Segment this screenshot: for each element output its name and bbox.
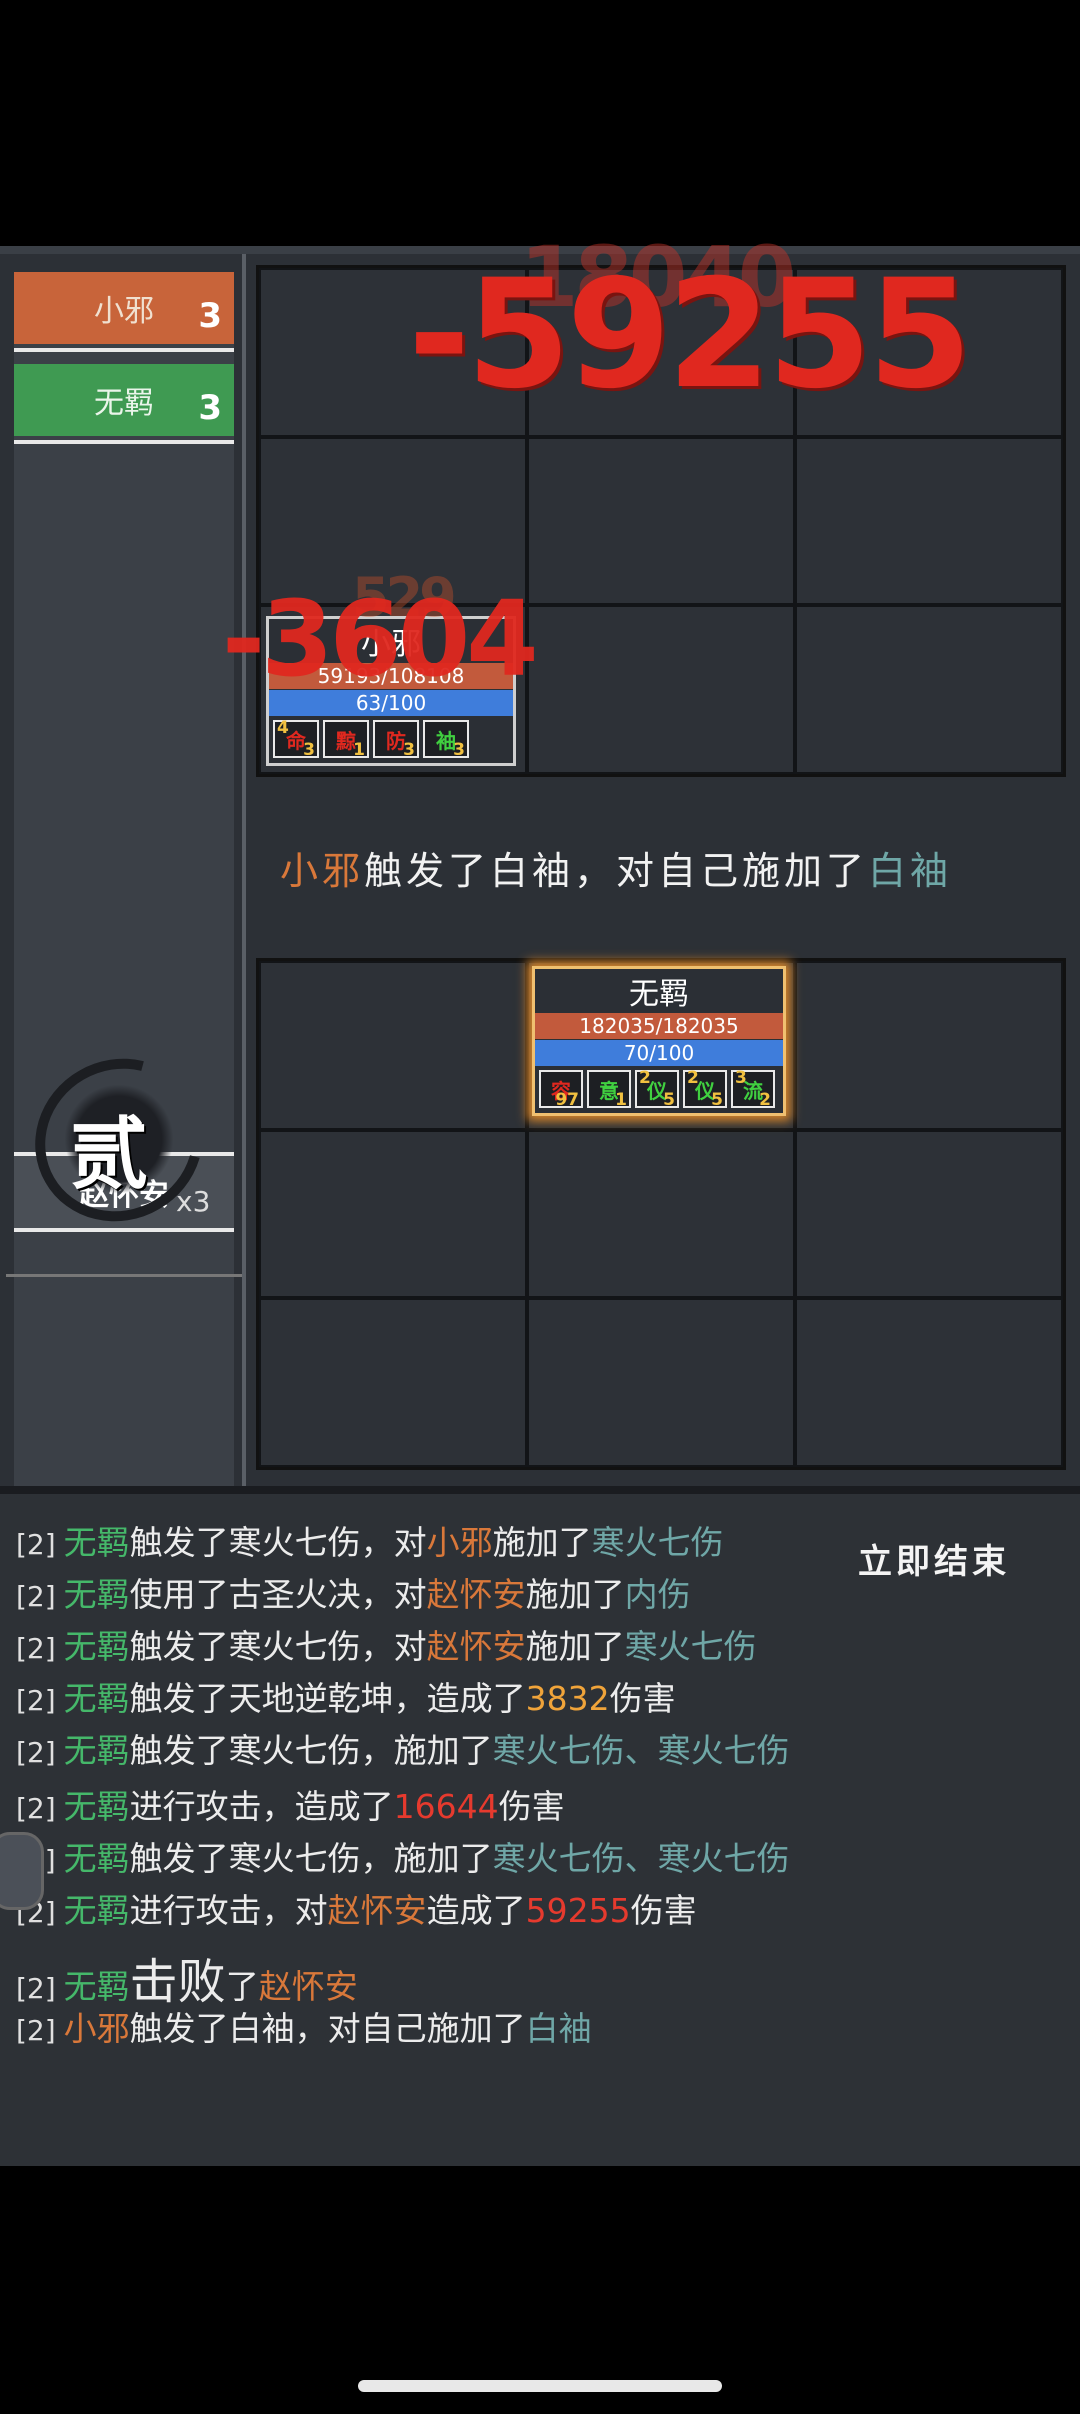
team-sidebar: 小邪 3 无羁 3 赵怀安 [0, 246, 246, 1494]
log-line: [2] 无羁触发了寒火七伤，对赵怀安施加了寒火七伤 [16, 1627, 757, 1666]
grid-cell[interactable] [527, 436, 795, 606]
team-tab-xiaoxie[interactable]: 小邪 3 [14, 272, 234, 352]
log-line: [2]无羁触发了寒火七伤，施加了寒火七伤、寒火七伤 [16, 1839, 790, 1878]
unit-mp-bar: 70/100 [535, 1040, 783, 1066]
floating-bubble[interactable] [0, 1832, 44, 1910]
buff-list: 4 命 3 黥 1 防 3 袖 3 [269, 716, 513, 762]
sidebar-bottom-divider [6, 1274, 242, 1277]
team-tab-wuji[interactable]: 无羁 3 [14, 364, 234, 444]
team-name: 无羁 [94, 386, 154, 421]
team-count: 3 [198, 388, 222, 428]
grid-cell[interactable] [527, 605, 795, 774]
damage-number-large: -59255 [408, 248, 972, 422]
grid-cell[interactable] [795, 961, 1063, 1130]
buff-icon[interactable]: 容 97 [539, 1070, 583, 1110]
sidebar-divider [242, 254, 246, 1494]
buff-icon[interactable]: 3 流 2 [731, 1068, 775, 1110]
grid-cell[interactable] [795, 436, 1063, 606]
grid-cell[interactable] [795, 1298, 1063, 1467]
unit-name: 无羁 [629, 977, 689, 1012]
log-divider [0, 1486, 1080, 1494]
buff-list: 容 97 意 1 2 仪 5 2 仪 5 3 流 2 [535, 1066, 783, 1112]
log-line: [2] 小邪触发了白袖，对自己施加了白袖 [16, 2009, 592, 2048]
buff-icon[interactable]: 黥 1 [323, 720, 369, 760]
event-banner: 小邪触发了白袖，对自己施加了白袖 [280, 849, 953, 893]
grid-cell[interactable] [259, 961, 527, 1130]
grid-cell[interactable] [259, 1298, 527, 1467]
buff-icon[interactable]: 袖 3 [423, 720, 469, 760]
grid-cell[interactable] [795, 605, 1063, 774]
log-line: [2]无羁触发了寒火七伤，施加了寒火七伤、寒火七伤 [16, 1731, 790, 1770]
round-number: 贰 [70, 1109, 149, 1200]
buff-icon[interactable]: 4 命 3 [273, 718, 319, 760]
buff-icon[interactable]: 防 3 [373, 720, 419, 760]
sidebar-panel [14, 272, 234, 1492]
damage-number-small: -3604 [222, 578, 539, 700]
end-now-button[interactable]: 立即结束 [850, 1530, 1018, 1587]
tab-underline [14, 348, 234, 352]
round-emblem: 贰 [5, 1028, 254, 1252]
log-line: [2] 无羁触发了天地逆乾坤，造成了3832伤害 [16, 1679, 676, 1718]
team-count: 3 [198, 296, 222, 336]
grid-cell[interactable] [527, 1298, 795, 1467]
log-line: [2] 无羁进行攻击，对赵怀安造成了59255伤害 [16, 1891, 697, 1930]
grid-cell[interactable] [527, 1129, 795, 1299]
log-line: [2] 无羁使用了古圣火决，对赵怀安施加了内伤 [16, 1575, 691, 1614]
unit-hp-bar: 182035/182035 [535, 1013, 783, 1039]
buff-icon[interactable]: 2 仪 5 [635, 1068, 679, 1110]
speed-multiplier[interactable]: x3 [176, 1185, 210, 1218]
grid-cell[interactable] [259, 1129, 527, 1299]
home-indicator[interactable] [358, 2380, 722, 2392]
team-name: 小邪 [94, 294, 154, 329]
log-line: [2] 无羁触发了寒火七伤，对小邪施加了寒火七伤 [16, 1523, 724, 1562]
log-line: [2] 无羁进行攻击，造成了16644伤害 [16, 1787, 565, 1826]
grid-cell[interactable] [795, 1129, 1063, 1299]
unit-card-wuji[interactable]: 无羁 182035/182035 70/100 容 97 意 1 2 仪 5 2… [532, 966, 786, 1116]
buff-icon[interactable]: 2 仪 5 [683, 1068, 727, 1110]
tab-underline [14, 440, 234, 444]
buff-icon[interactable]: 意 1 [587, 1070, 631, 1110]
